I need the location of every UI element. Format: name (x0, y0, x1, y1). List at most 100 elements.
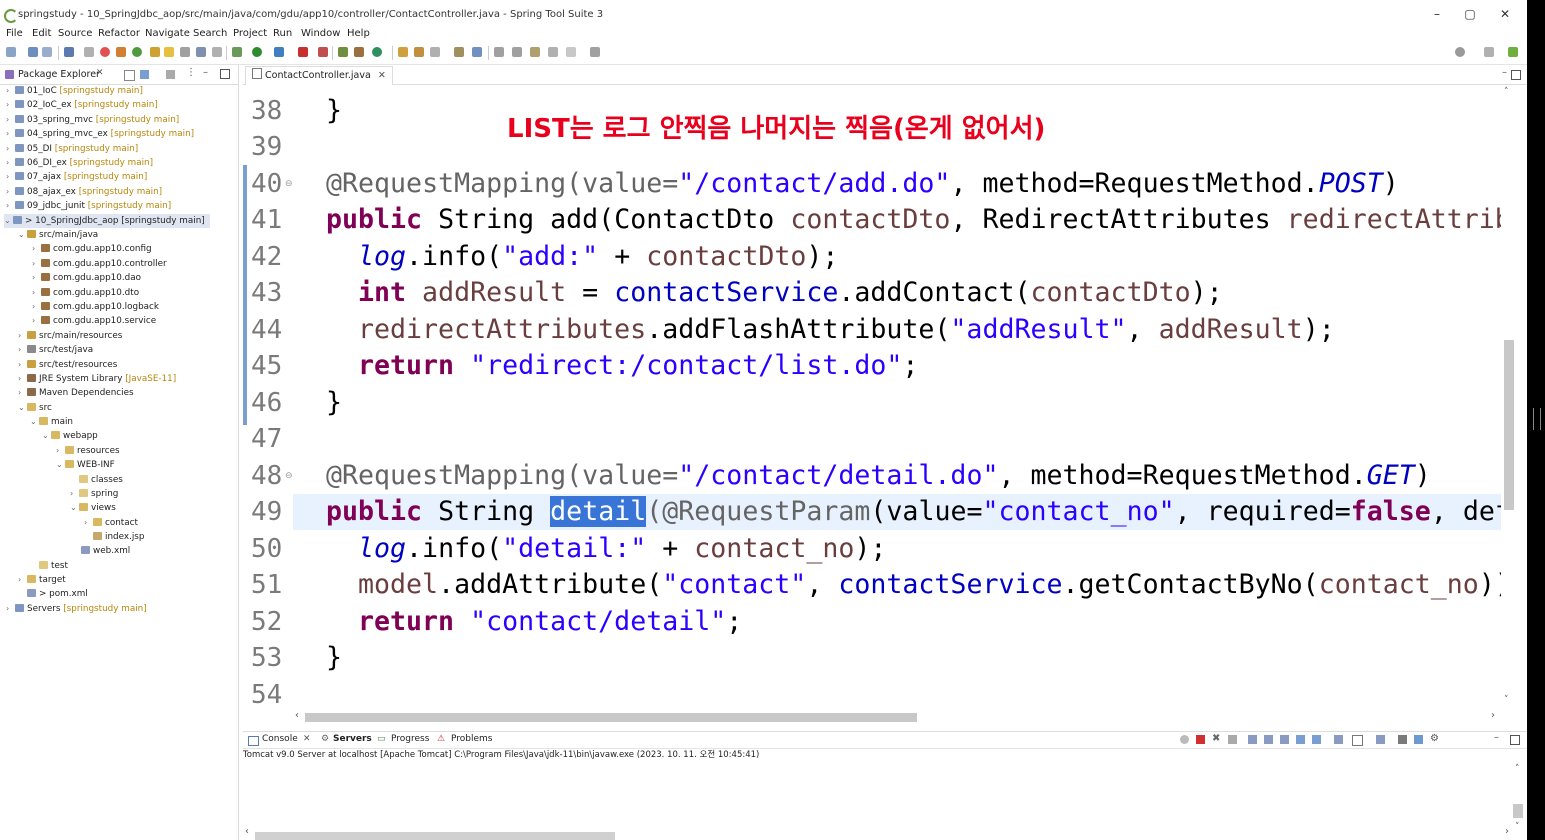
next-annotation-icon[interactable] (494, 47, 504, 57)
stop-icon[interactable] (100, 47, 110, 57)
mark-occurrences-icon[interactable] (150, 47, 160, 57)
scroll-lock-icon[interactable] (1264, 735, 1273, 744)
external-tools-icon[interactable] (274, 47, 284, 57)
tree-project-08-ajax-ex[interactable]: › 08_ajax_ex [springstudy main] (6, 185, 162, 199)
close-console-icon[interactable]: ✕ (303, 734, 311, 744)
block-selection-icon[interactable] (196, 47, 206, 57)
scroll-up-icon[interactable]: ˄ (1515, 764, 1520, 774)
tree-package-dto[interactable]: › com.gdu.app10.dto (32, 286, 139, 300)
tree-folder-target[interactable]: › target (18, 573, 66, 587)
new-icon[interactable] (6, 47, 16, 57)
open-perspective-icon[interactable] (1484, 47, 1494, 57)
clear-console-icon[interactable] (1248, 735, 1257, 744)
tree-folder-test[interactable]: test (30, 559, 68, 573)
new-class-icon[interactable] (372, 47, 382, 57)
tree-package-dao[interactable]: › com.gdu.app10.dao (32, 271, 141, 285)
tree-project-02-ioc-ex[interactable]: › 02_IoC_ex [springstudy main] (6, 98, 158, 112)
menu-navigate[interactable]: Navigate (145, 28, 190, 39)
editor-horizontal-scrollbar[interactable]: ‹ › (293, 710, 1501, 724)
annotation-icon[interactable] (472, 47, 482, 57)
minimize-view-icon[interactable]: – (1494, 732, 1499, 743)
tree-package-controller[interactable]: › com.gdu.app10.controller (32, 257, 167, 271)
settings-gear-icon[interactable]: ⚙ (1430, 733, 1439, 744)
pin-editor-icon[interactable] (590, 47, 600, 57)
tree-maven-dependencies[interactable]: › Maven Dependencies (18, 386, 134, 400)
tree-folder-webapp[interactable]: ⌄ webapp (42, 429, 98, 443)
collapse-all-icon[interactable] (124, 70, 135, 81)
tree-package-service[interactable]: › com.gdu.app10.service (32, 314, 156, 328)
menu-window[interactable]: Window (301, 28, 340, 39)
new-console-icon[interactable] (1376, 735, 1385, 744)
tree-file-web-xml[interactable]: web.xml (72, 544, 130, 558)
tree-project-07-ajax[interactable]: › 07_ajax [springstudy main] (6, 170, 147, 184)
tree-project-05-di[interactable]: › 05_DI [springstudy main] (6, 142, 138, 156)
search-icon[interactable] (1455, 47, 1465, 57)
tab-console[interactable]: Console (262, 734, 298, 744)
spring-icon[interactable] (116, 47, 126, 57)
tree-src-main-java[interactable]: ⌄ src/main/java (18, 228, 98, 242)
menu-file[interactable]: File (6, 28, 23, 39)
menu-run[interactable]: Run (273, 28, 292, 39)
tree-project-servers[interactable]: › Servers [springstudy main] (6, 602, 147, 616)
tree-folder-resources[interactable]: › resources (56, 444, 120, 458)
menu-project[interactable]: Project (233, 28, 267, 39)
open-console-icon[interactable] (1398, 735, 1407, 744)
save-all-icon[interactable] (42, 47, 52, 57)
tree-package-logback[interactable]: › com.gdu.app10.logback (32, 300, 159, 314)
tree-folder-classes[interactable]: classes (70, 473, 123, 487)
tab-progress[interactable]: Progress (391, 734, 429, 744)
menu-refactor[interactable]: Refactor (98, 28, 140, 39)
editor-vertical-scrollbar[interactable]: ˄ ˅ (1501, 85, 1527, 710)
open-task-icon[interactable] (414, 47, 424, 57)
minimize-editor-icon[interactable]: – (1502, 67, 1507, 78)
package-explorer-title[interactable]: Package Explorer (18, 69, 100, 80)
stop-server-icon[interactable] (298, 47, 308, 57)
deploy-icon[interactable] (318, 47, 328, 57)
scrollbar-thumb[interactable] (305, 713, 917, 722)
new-java-project-icon[interactable] (338, 47, 348, 57)
fold-icon[interactable]: ⊖ (285, 471, 293, 481)
save-icon[interactable] (28, 47, 38, 57)
scrollbar-thumb[interactable] (1504, 340, 1514, 510)
skip-breakpoints-icon[interactable] (84, 47, 94, 57)
scroll-right-icon[interactable]: › (1491, 710, 1495, 721)
maximize-button[interactable]: ▢ (1455, 4, 1485, 24)
show-stderr-icon[interactable] (1312, 735, 1321, 744)
show-stdout-icon[interactable] (1296, 735, 1305, 744)
code-editor[interactable]: LIST는 로그 안찍음 나머지는 찍음(온게 없어서) } @RequestM… (293, 85, 1501, 710)
show-whitespace-icon[interactable] (180, 47, 190, 57)
scroll-left-icon[interactable]: ‹ (295, 710, 299, 721)
tree-folder-spring[interactable]: › spring (70, 487, 118, 501)
tree-project-01-ioc[interactable]: › 01_IoC [springstudy main] (6, 84, 143, 98)
tree-src-test-java[interactable]: › src/test/java (18, 343, 93, 357)
menu-search[interactable]: Search (193, 28, 227, 39)
filter-icon[interactable] (166, 70, 175, 79)
minimize-view-icon[interactable]: – (203, 67, 208, 78)
console-toggle-icon[interactable] (1414, 735, 1423, 744)
back-icon[interactable] (548, 47, 558, 57)
console-output[interactable]: ˄ ˅ ‹ › (243, 762, 1527, 840)
view-menu-icon[interactable]: ⋮ (186, 67, 196, 78)
word-wrap-icon[interactable] (1280, 735, 1289, 744)
tree-folder-views[interactable]: ⌄ views (70, 501, 116, 515)
display-console-icon[interactable] (1352, 735, 1363, 746)
tree-folder-main[interactable]: ⌄ main (30, 415, 73, 429)
boot-dashboard-icon[interactable] (132, 47, 142, 57)
tab-problems[interactable]: Problems (451, 734, 492, 744)
scroll-right-icon[interactable]: › (1505, 826, 1509, 837)
menu-source[interactable]: Source (58, 28, 92, 39)
forward-icon[interactable] (566, 47, 576, 57)
close-button[interactable]: ✕ (1490, 4, 1520, 24)
new-package-icon[interactable] (354, 47, 364, 57)
tree-src-test-resources[interactable]: › src/test/resources (18, 358, 117, 372)
maximize-view-icon[interactable] (220, 69, 230, 79)
tab-servers[interactable]: Servers (333, 734, 372, 744)
tree-package-config[interactable]: › com.gdu.app10.config (32, 242, 152, 256)
menu-help[interactable]: Help (347, 28, 370, 39)
terminal-icon[interactable] (64, 47, 74, 57)
open-resource-icon[interactable] (454, 47, 464, 57)
remove-all-icon[interactable] (1228, 735, 1237, 744)
menu-edit[interactable]: Edit (32, 28, 51, 39)
scrollbar-thumb[interactable] (255, 832, 615, 840)
previous-annotation-icon[interactable] (512, 47, 522, 57)
